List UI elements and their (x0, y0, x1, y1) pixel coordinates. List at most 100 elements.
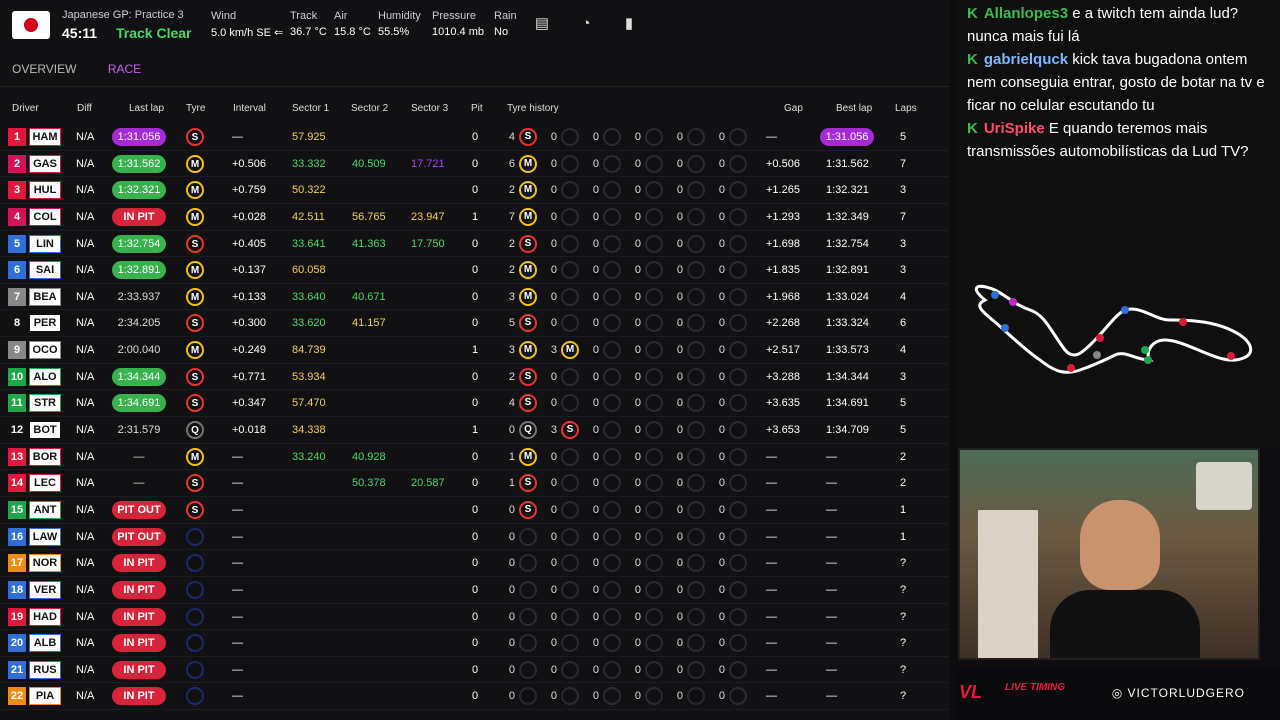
stint-tyre-icon (729, 527, 747, 546)
driver-code[interactable]: NOR (29, 554, 61, 573)
driver-code[interactable]: BOR (29, 447, 61, 466)
document-icon[interactable]: ▤ (533, 15, 551, 33)
stint-laps: 0 (676, 503, 683, 516)
tyre-stint: 0 (631, 554, 673, 573)
table-row[interactable]: 18 VER N/A IN PIT — 0 0 0 0 0 0 0 — —? (0, 577, 948, 604)
table-row[interactable]: 19 HAD N/A IN PIT — 0 0 0 0 0 0 0 — —? (0, 604, 948, 631)
driver-code[interactable]: RUS (29, 660, 61, 679)
driver-code[interactable]: STR (29, 394, 61, 413)
table-row[interactable]: 10 ALO N/A 1:34.344 S +0.771 53.934 0 2 S 0 0 0 0 0 +3.… (0, 364, 948, 391)
col-diff[interactable]: Diff (77, 103, 92, 114)
tyre-history: 3M00000 (505, 287, 747, 306)
car-marker (1067, 364, 1075, 372)
bar-chart-icon[interactable]: ▮ (620, 15, 638, 33)
table-row[interactable]: 22 PIA N/A IN PIT — 0 0 0 0 0 0 0 — —? (0, 683, 948, 711)
col-sector3[interactable]: Sector 3 (411, 103, 448, 114)
stint-tyre-icon (603, 687, 621, 706)
table-row[interactable]: 13 BOR N/A — M —33.240 40.928 0 1 M 0 0 0 0 0— —2 (0, 444, 948, 471)
stint-tyre-icon (561, 447, 579, 466)
tyre-stint: 0 (631, 660, 673, 679)
driver-code[interactable]: HUL (29, 181, 61, 200)
tyre-stint: 0 (631, 181, 673, 200)
col-sector2[interactable]: Sector 2 (351, 103, 388, 114)
stint-laps: 0 (634, 583, 641, 596)
gap-value: +1.698 (766, 237, 800, 250)
driver-position: 8 (8, 314, 26, 333)
col-pit[interactable]: Pit (471, 103, 483, 114)
table-row[interactable]: 8 PER N/A 2:34.205 S +0.300 33.620 41.157 0 5 S 0 0 0… (0, 310, 948, 338)
col-gap[interactable]: Gap (784, 103, 803, 114)
stint-laps: 0 (718, 370, 725, 383)
interval-value: — (232, 583, 243, 596)
table-row[interactable]: 16 LAW N/A PIT OUT — 0 0 0 0 0 0 0 — — 1 (0, 524, 948, 551)
stint-tyre-icon: M (519, 207, 537, 226)
driver-code[interactable]: BEA (29, 287, 61, 306)
driver-code[interactable]: GAS (29, 154, 61, 173)
driver-code[interactable]: HAM (29, 128, 61, 146)
chat-username[interactable]: UriSpike (984, 120, 1045, 137)
col-interval[interactable]: Interval (233, 103, 266, 114)
table-row[interactable]: 11 STR N/A 1:34.691 S +0.347 57.470 0 4 S 0 0 0 0 0 +3.… (0, 390, 948, 418)
table-row[interactable]: 9 OCO N/A 2:00.040 M +0.249 84.739 1 3 M 3 M 0 0 0 0 +2.… (0, 337, 948, 364)
gap-value: — (766, 663, 777, 676)
stint-tyre-icon: S (519, 394, 537, 413)
table-row[interactable]: 12 BOT N/A 2:31.579 Q +0.018 34.338 1 0 Q 3 S 0 0 0 0 +3… (0, 417, 948, 444)
table-row[interactable]: 20 ALB N/A IN PIT — 0 0 0 0 0 0 0 — —? (0, 630, 948, 657)
stint-laps: 0 (592, 583, 599, 596)
driver-code[interactable]: OCO (29, 341, 61, 360)
stint-laps: 0 (676, 344, 683, 357)
stint-tyre-icon: S (519, 234, 537, 253)
tyre-stint: 0 (547, 154, 589, 173)
driver-code[interactable]: VER (29, 580, 61, 599)
col-driver[interactable]: Driver (12, 103, 39, 114)
driver-code[interactable]: ANT (29, 500, 61, 519)
table-row[interactable]: 1 HAM N/A 1:31.056 S —57.925 0 4 S 0 0 0 0 0—1:31.056… (0, 124, 948, 151)
last-lap: 2:33.937 (117, 290, 161, 303)
col-tyre[interactable]: Tyre (186, 103, 205, 114)
driver-code[interactable]: ALO (29, 367, 61, 386)
driver-code[interactable]: HAD (29, 607, 61, 626)
stint-tyre-icon (645, 580, 663, 599)
table-row[interactable]: 15 ANT N/A PIT OUT S —0 0 S 0 0 0 0 0— —1 (0, 497, 948, 524)
session-clock: 45:11 (62, 25, 98, 41)
driver-code[interactable]: LEC (29, 474, 61, 493)
table-row[interactable]: 21 RUS N/A IN PIT — 0 0 0 0 0 0 0 — —? (0, 657, 948, 684)
table-row[interactable]: 3 HUL N/A 1:32.321 M +0.759 50.322 0 2 M 0 0 0 0 0 +1.2… (0, 177, 948, 204)
speedometer-icon[interactable]: ◔ (577, 15, 595, 33)
diff-value: N/A (76, 637, 95, 650)
chat-username[interactable]: Allanlopes3 (984, 5, 1068, 22)
table-row[interactable]: 4 COL N/A IN PIT M +0.028 42.511 56.765 23.947 1 7… (0, 204, 948, 231)
col-last-lap[interactable]: Last lap (129, 103, 164, 114)
table-row[interactable]: 17 NOR N/A IN PIT — 0 0 0 0 0 0 0 — —? (0, 550, 948, 577)
pit-count: 0 (472, 184, 479, 197)
table-row[interactable]: 2 GAS N/A 1:31.562 M +0.506 33.332 40.509 17.721… (0, 151, 948, 178)
tyre-history: 2M00000 (505, 261, 747, 280)
chat-username[interactable]: gabrielquck (984, 51, 1068, 68)
driver-code[interactable]: COL (29, 207, 61, 226)
driver-code[interactable]: LAW (29, 527, 61, 546)
track-map-panel (955, 210, 1280, 448)
table-row[interactable]: 7 BEA N/A 2:33.937 M +0.133 33.640 40.671 0 3 M 0 0 0… (0, 284, 948, 311)
table-row[interactable]: 6 SAI N/A 1:32.891 M +0.137 60.058 0 2 M 0 0 0 0 0 +1.8… (0, 257, 948, 284)
driver-code[interactable]: BOT (29, 421, 61, 440)
driver-code[interactable]: PIA (29, 687, 61, 706)
driver-code[interactable]: LIN (29, 234, 61, 253)
col-tyre-history[interactable]: Tyre history (507, 103, 559, 114)
tyre-stint: 0 (589, 580, 631, 599)
col-sector1[interactable]: Sector 1 (292, 103, 329, 114)
tyre-stint: 0 (505, 687, 547, 706)
diff-value: N/A (76, 184, 95, 197)
table-row[interactable]: 14 LEC N/A — S —50.378 20.587 0 1 S 0 0 0 0 0— —2 (0, 470, 948, 497)
col-laps[interactable]: Laps (895, 103, 917, 114)
table-row[interactable]: 5 LIN N/A 1:32.754 S +0.405 33.641 41.363 17.750… (0, 231, 948, 258)
stint-tyre-icon (645, 261, 663, 280)
tab-overview[interactable]: OVERVIEW (12, 62, 76, 84)
driver-code[interactable]: PER (29, 314, 61, 333)
stint-laps: 0 (634, 370, 641, 383)
tyre-history: 0 0 0 0 0 0 (505, 580, 747, 599)
driver-code[interactable]: SAI (29, 261, 61, 280)
col-best-lap[interactable]: Best lap (836, 103, 872, 114)
diff-value: N/A (76, 610, 95, 623)
driver-code[interactable]: ALB (29, 634, 61, 653)
tab-race[interactable]: RACE (108, 62, 141, 84)
